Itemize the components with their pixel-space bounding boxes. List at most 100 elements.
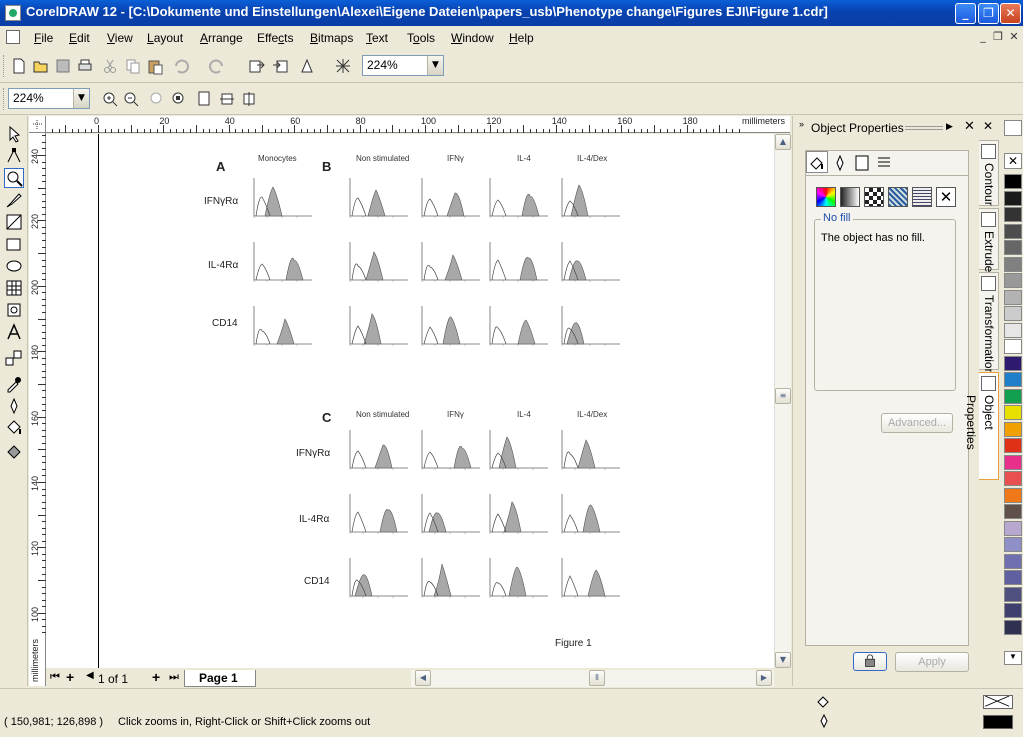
fill-tab-icon[interactable]	[806, 151, 828, 173]
drawing-canvas[interactable]: A B C Monocytes Non stimulated IFNγ IL-4 IL…	[46, 134, 774, 668]
ellipse-tool-icon[interactable]	[4, 256, 24, 276]
zoom-page-height-icon[interactable]	[240, 90, 258, 108]
application-launcher-icon[interactable]	[298, 57, 316, 75]
toolbar-grip[interactable]	[3, 55, 6, 77]
palette-swatch[interactable]	[1004, 504, 1022, 519]
fountain-fill-icon[interactable]	[840, 187, 860, 207]
import-icon[interactable]	[248, 57, 266, 75]
palette-swatch[interactable]	[1004, 174, 1022, 189]
outline-tab-icon[interactable]	[830, 153, 850, 173]
maximize-button[interactable]: ❐	[978, 3, 999, 24]
palette-scroll-down-icon[interactable]: ▼	[1004, 651, 1022, 665]
rectangle-tool-icon[interactable]	[4, 234, 24, 254]
palette-swatch[interactable]	[1004, 372, 1022, 387]
redo-icon[interactable]	[208, 57, 226, 75]
menu-tools[interactable]: Tools	[407, 31, 435, 45]
texture-fill-icon[interactable]	[888, 187, 908, 207]
outline-color-swatch[interactable]	[983, 715, 1013, 729]
menu-window[interactable]: Window	[451, 31, 494, 45]
menu-help[interactable]: Help	[509, 31, 534, 45]
fill-color-swatch[interactable]	[983, 695, 1013, 709]
palette-swatch[interactable]	[1004, 223, 1022, 239]
menu-text[interactable]: Text	[366, 31, 388, 45]
export-icon[interactable]	[271, 57, 289, 75]
basic-shapes-tool-icon[interactable]	[4, 300, 24, 320]
zoom-tool-icon[interactable]	[4, 168, 24, 188]
postscript-fill-icon[interactable]	[912, 187, 932, 207]
save-icon[interactable]	[54, 57, 72, 75]
tab-object-properties[interactable]: Object Properties	[964, 372, 999, 480]
palette-swatch[interactable]	[1004, 388, 1022, 404]
graph-paper-tool-icon[interactable]	[4, 278, 24, 298]
docker-tabs-close-icon[interactable]: ✕	[983, 119, 993, 133]
docker-grip[interactable]	[905, 126, 943, 130]
palette-swatch[interactable]	[1004, 240, 1022, 255]
interactive-blend-tool-icon[interactable]	[4, 348, 24, 368]
app-icon[interactable]	[5, 5, 21, 21]
zoom-level-combo[interactable]: 224% ▼	[362, 55, 444, 76]
menu-bitmaps[interactable]: Bitmaps	[310, 31, 353, 45]
eyedropper-tool-icon[interactable]	[4, 374, 24, 394]
docker-expand-icon[interactable]: »	[799, 119, 804, 129]
property-zoom-combo[interactable]: 224% ▼	[8, 88, 90, 109]
zoom-in-icon[interactable]	[101, 90, 119, 108]
palette-swatch[interactable]	[1004, 289, 1022, 305]
add-page-before-icon[interactable]: +	[66, 669, 74, 685]
uniform-fill-icon[interactable]	[816, 187, 836, 207]
palette-swatch[interactable]	[1004, 586, 1022, 602]
cut-icon[interactable]	[101, 57, 119, 75]
zoom-out-icon[interactable]	[122, 90, 140, 108]
lock-icon[interactable]	[853, 652, 887, 671]
general-tab-icon[interactable]	[852, 153, 872, 173]
advanced-button[interactable]: Advanced...	[881, 413, 953, 433]
document-icon[interactable]	[6, 30, 20, 44]
new-icon[interactable]	[10, 57, 28, 75]
palette-swatch[interactable]	[1004, 207, 1022, 222]
outline-indicator-icon[interactable]	[816, 713, 832, 729]
print-icon[interactable]	[76, 57, 94, 75]
horizontal-scroll-thumb[interactable]: ⦀	[589, 670, 605, 686]
mdi-minimize-icon[interactable]: _	[975, 30, 991, 44]
palette-swatch[interactable]	[1004, 603, 1022, 618]
mdi-close-icon[interactable]: ✕	[1006, 30, 1022, 44]
docker-close-icon[interactable]: ✕	[964, 119, 975, 134]
vertical-scroll-thumb[interactable]: ≡	[775, 388, 791, 404]
interactive-fill-tool-icon[interactable]	[4, 440, 24, 460]
minimize-button[interactable]: _	[955, 3, 976, 24]
close-button[interactable]: ✕	[1000, 3, 1021, 24]
docker-menu-icon[interactable]: ▶	[946, 121, 953, 132]
palette-swatch[interactable]	[1004, 553, 1022, 569]
palette-swatch[interactable]	[1004, 190, 1022, 206]
palette-swatch[interactable]	[1004, 355, 1022, 371]
palette-swatch[interactable]	[1004, 438, 1022, 453]
palette-swatch[interactable]	[1004, 405, 1022, 420]
page-tab-1[interactable]: Page 1	[184, 670, 256, 687]
paste-icon[interactable]	[146, 57, 164, 75]
zoom-page-icon[interactable]	[196, 90, 214, 108]
ruler-origin[interactable]	[29, 116, 46, 133]
corel-online-icon[interactable]	[334, 57, 352, 75]
zoom-page-width-icon[interactable]	[218, 90, 236, 108]
no-fill-icon[interactable]: ✕	[936, 187, 956, 207]
menu-view[interactable]: View	[107, 31, 133, 45]
shape-tool-icon[interactable]	[4, 146, 24, 166]
add-page-after-icon[interactable]: +	[152, 669, 160, 685]
palette-swatch[interactable]	[1004, 471, 1022, 486]
zoom-all-objects-icon[interactable]	[170, 90, 188, 108]
tab-extrude[interactable]: Extrude	[979, 208, 999, 272]
tab-contour[interactable]: Contour	[979, 140, 999, 206]
menu-file[interactable]: File	[34, 31, 53, 45]
palette-swatch[interactable]	[1004, 537, 1022, 552]
apply-button[interactable]: Apply	[895, 652, 969, 672]
palette-swatch[interactable]	[1004, 273, 1022, 288]
menu-edit[interactable]: Edit	[69, 31, 90, 45]
palette-swatch[interactable]	[1004, 256, 1022, 272]
scroll-up-icon[interactable]: ▲	[775, 134, 791, 150]
outline-tool-icon[interactable]	[4, 396, 24, 416]
palette-swatch[interactable]	[1004, 619, 1022, 635]
palette-swatch[interactable]	[1004, 306, 1022, 321]
copy-icon[interactable]	[124, 57, 142, 75]
horizontal-ruler[interactable]: 0 20 40 60 80 100 120 140 160 180 millimeters	[46, 116, 790, 133]
chevron-down-icon[interactable]: ▼	[73, 89, 89, 108]
last-page-icon[interactable]: ⏭	[169, 671, 179, 684]
